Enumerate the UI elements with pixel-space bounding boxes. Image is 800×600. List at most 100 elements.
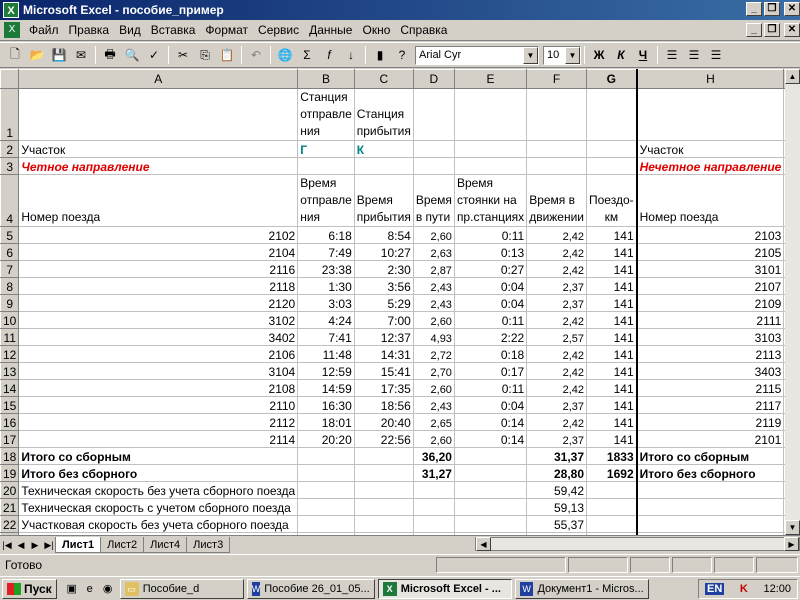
cell-a14[interactable]: 2108 <box>18 379 299 397</box>
cell-d7[interactable]: 2,87 <box>412 260 455 278</box>
cell-a19[interactable]: Итого без сборного <box>18 464 299 482</box>
cell-c16[interactable]: 20:40 <box>353 413 414 431</box>
cell-e5[interactable]: 0:11 <box>453 226 528 244</box>
cell-c5[interactable]: 8:54 <box>353 226 414 244</box>
row-header[interactable]: 18 <box>0 447 20 465</box>
align-left-icon[interactable]: ☰ <box>661 44 683 66</box>
row-header[interactable]: 9 <box>0 294 20 312</box>
cell-d16[interactable]: 2,65 <box>412 413 455 431</box>
cell-c6[interactable]: 10:27 <box>353 243 414 261</box>
cell-d1[interactable] <box>412 88 455 141</box>
cell-b15[interactable]: 16:30 <box>297 396 355 414</box>
desktop-icon[interactable]: ▣ <box>63 580 81 598</box>
kaspersky-icon[interactable]: K <box>740 583 748 595</box>
menu-insert[interactable]: Вставка <box>146 23 201 37</box>
cell-d9[interactable]: 2,43 <box>412 294 455 312</box>
cell-b17[interactable]: 20:20 <box>297 430 355 448</box>
cell-c13[interactable]: 15:41 <box>353 362 414 380</box>
cell-c3[interactable] <box>353 157 414 175</box>
row-header[interactable]: 8 <box>0 277 20 295</box>
language-indicator[interactable]: EN <box>705 583 725 595</box>
cell-e7[interactable]: 0:27 <box>453 260 528 278</box>
spreadsheet-grid[interactable]: ABCDEFGHIJK1Станция отправле нияСтанция … <box>0 69 785 535</box>
spelling-icon[interactable]: ✓ <box>143 44 165 66</box>
cell-f5[interactable]: 2,42 <box>526 226 587 244</box>
cell-f2[interactable] <box>526 140 587 158</box>
cell-b21[interactable] <box>297 498 355 516</box>
cell-c20[interactable] <box>353 481 414 499</box>
cell-b19[interactable] <box>297 464 355 482</box>
cell-c10[interactable]: 7:00 <box>353 311 414 329</box>
start-button[interactable]: Пуск <box>2 578 57 599</box>
cell-d21[interactable] <box>412 498 455 516</box>
cell-b10[interactable]: 4:24 <box>297 311 355 329</box>
cell-e6[interactable]: 0:13 <box>453 243 528 261</box>
menu-view[interactable]: Вид <box>114 23 146 37</box>
cell-g4[interactable]: Поездо-км <box>585 174 638 227</box>
cell-h4[interactable]: Номер поезда <box>636 174 785 227</box>
cell-e1[interactable] <box>453 88 528 141</box>
undo-icon[interactable]: ↶ <box>245 44 267 66</box>
cell-f22[interactable]: 55,37 <box>526 515 587 533</box>
menu-edit[interactable]: Правка <box>64 23 115 37</box>
cell-f16[interactable]: 2,42 <box>526 413 587 431</box>
cell-g18[interactable]: 1833 <box>585 447 638 465</box>
cell-e9[interactable]: 0:04 <box>453 294 528 312</box>
cell-f15[interactable]: 2,37 <box>526 396 587 414</box>
cell-f8[interactable]: 2,37 <box>526 277 587 295</box>
cell-f7[interactable]: 2,42 <box>526 260 587 278</box>
align-right-icon[interactable]: ☰ <box>705 44 727 66</box>
row-header[interactable]: 5 <box>0 226 20 244</box>
scroll-right-icon[interactable]: ▶ <box>784 537 799 551</box>
prev-sheet-icon[interactable]: ◀ <box>14 538 28 552</box>
cell-d8[interactable]: 2,43 <box>412 277 455 295</box>
cell-g7[interactable]: 141 <box>585 260 638 278</box>
cell-h8[interactable]: 2107 <box>636 277 785 295</box>
cell-h5[interactable]: 2103 <box>636 226 785 244</box>
row-header[interactable]: 1 <box>0 88 20 141</box>
cell-d13[interactable]: 2,70 <box>412 362 455 380</box>
horizontal-scrollbar[interactable]: ◀ ▶ <box>475 537 800 551</box>
cell-h6[interactable]: 2105 <box>636 243 785 261</box>
cell-c19[interactable] <box>353 464 414 482</box>
cell-a10[interactable]: 3102 <box>18 311 299 329</box>
cell-h12[interactable]: 2113 <box>636 345 785 363</box>
save-icon[interactable]: 💾 <box>48 44 70 66</box>
cell-c15[interactable]: 18:56 <box>353 396 414 414</box>
cell-g5[interactable]: 141 <box>585 226 638 244</box>
cell-a4[interactable]: Номер поезда <box>18 174 299 227</box>
cell-a7[interactable]: 2116 <box>18 260 299 278</box>
cell-h15[interactable]: 2117 <box>636 396 785 414</box>
cell-g6[interactable]: 141 <box>585 243 638 261</box>
cell-g22[interactable] <box>585 515 638 533</box>
row-header[interactable]: 6 <box>0 243 20 261</box>
cell-f19[interactable]: 28,80 <box>526 464 587 482</box>
cell-c22[interactable] <box>353 515 414 533</box>
print-icon[interactable]: 🖶 <box>99 44 121 66</box>
hyperlink-icon[interactable]: 🌐 <box>274 44 296 66</box>
cell-d12[interactable]: 2,72 <box>412 345 455 363</box>
cell-c18[interactable] <box>353 447 414 465</box>
cell-e2[interactable] <box>453 140 528 158</box>
cell-e3[interactable] <box>453 157 528 175</box>
sheet-tab-1[interactable]: Лист1 <box>55 536 102 553</box>
cell-b14[interactable]: 14:59 <box>297 379 355 397</box>
cell-a23[interactable]: Участковая скорость с учетом сборного по… <box>18 532 299 535</box>
cell-b11[interactable]: 7:41 <box>297 328 355 346</box>
preview-icon[interactable]: 🔍 <box>121 44 143 66</box>
cell-a5[interactable]: 2102 <box>18 226 299 244</box>
cell-f20[interactable]: 59,42 <box>526 481 587 499</box>
cell-b1[interactable]: Станция отправле ния <box>297 88 355 141</box>
column-header-e[interactable]: E <box>453 69 528 89</box>
cell-d17[interactable]: 2,60 <box>412 430 455 448</box>
cell-a15[interactable]: 2110 <box>18 396 299 414</box>
cell-h14[interactable]: 2115 <box>636 379 785 397</box>
cell-f21[interactable]: 59,13 <box>526 498 587 516</box>
sheet-tab-3[interactable]: Лист3 <box>186 536 231 553</box>
cell-h17[interactable]: 2101 <box>636 430 785 448</box>
cell-d15[interactable]: 2,43 <box>412 396 455 414</box>
open-icon[interactable]: 📂 <box>26 44 48 66</box>
cell-b8[interactable]: 1:30 <box>297 277 355 295</box>
row-header[interactable]: 3 <box>0 157 20 175</box>
row-header[interactable]: 10 <box>0 311 20 329</box>
